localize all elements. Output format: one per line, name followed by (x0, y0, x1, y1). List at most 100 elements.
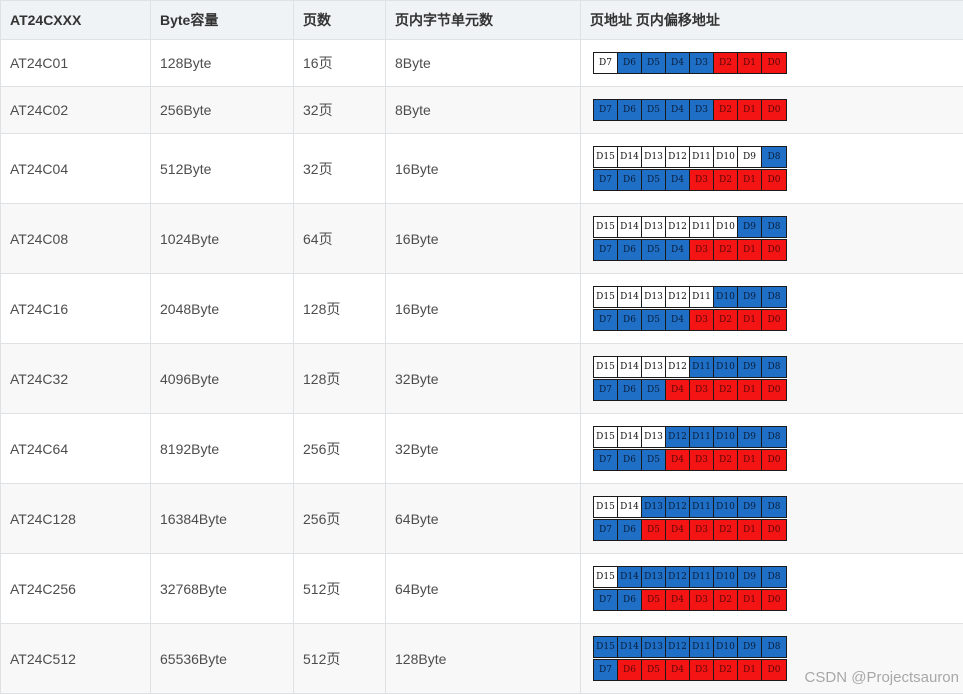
pages-cell: 512页 (293, 553, 386, 624)
address-bit: D6 (618, 450, 642, 470)
address-bit: D12 (666, 287, 690, 307)
address-bit: D12 (666, 497, 690, 517)
address-bits-cell: D7 D6 D5 D4 D3 D2 D1 D0 (580, 86, 963, 134)
table-row: AT24C04 512Byte 32页 16Byte D15 D14 D13 D12 D11 D1… (0, 133, 963, 204)
address-register-stack: D7 D6 D5 D4 D3 D2 D1 D0 (593, 52, 963, 74)
address-register-stack: D15 D14 D13 D12 D11 D10 D9 D8 D7 D6 D5 D4 D3 D2 D1 D0 (593, 426, 963, 471)
address-bit: D1 (738, 170, 762, 190)
address-register: D7 D6 D5 D4 D3 D2 D1 D0 (593, 589, 787, 611)
bytes-per-page-cell: 8Byte (385, 86, 581, 134)
address-bit: D4 (666, 53, 690, 73)
address-bit: D8 (762, 147, 786, 167)
address-bit: D10 (714, 567, 738, 587)
model-cell: AT24C128 (0, 483, 151, 554)
address-register: D15 D14 D13 D12 D11 D10 D9 D8 (593, 636, 787, 658)
capacity-cell: 256Byte (150, 86, 294, 134)
bytes-per-page-cell: 64Byte (385, 483, 581, 554)
address-bit: D11 (690, 147, 714, 167)
address-bit: D7 (594, 310, 618, 330)
address-bit: D3 (690, 450, 714, 470)
pages-cell: 256页 (293, 483, 386, 554)
table-row: AT24C02 256Byte 32页 8Byte D7 D6 D5 D4 D3 D2 D1 D0 (0, 86, 963, 134)
address-bit: D10 (714, 357, 738, 377)
capacity-cell: 128Byte (150, 39, 294, 87)
capacity-cell: 1024Byte (150, 203, 294, 274)
address-bit: D9 (738, 357, 762, 377)
table-row: AT24C32 4096Byte 128页 32Byte D15 D14 D13 D12 D11… (0, 343, 963, 414)
address-bit: D6 (618, 660, 642, 680)
address-bit: D13 (642, 357, 666, 377)
address-bit: D5 (642, 170, 666, 190)
address-register: D15 D14 D13 D12 D11 D10 D9 D8 (593, 426, 787, 448)
address-bit: D6 (618, 170, 642, 190)
address-bit: D12 (666, 427, 690, 447)
address-bit: D2 (714, 170, 738, 190)
address-bit: D15 (594, 147, 618, 167)
address-bit: D3 (690, 170, 714, 190)
address-register: D15 D14 D13 D12 D11 D10 D9 D8 (593, 146, 787, 168)
address-bit: D14 (618, 357, 642, 377)
address-bit: D11 (690, 567, 714, 587)
address-bit: D13 (642, 217, 666, 237)
eeprom-table: AT24CXXX Byte容量 页数 页内字节单元数 页地址 页内偏移地址 AT… (0, 0, 963, 694)
address-bit: D3 (690, 240, 714, 260)
address-bit: D4 (666, 100, 690, 120)
bytes-per-page-cell: 32Byte (385, 343, 581, 414)
address-bits-cell: D15 D14 D13 D12 D11 D10 D9 D8 D7 D6 D5 D4 D3 D2 D1 D0 (580, 343, 963, 414)
address-bit: D13 (642, 567, 666, 587)
address-bit: D3 (690, 100, 714, 120)
capacity-cell: 2048Byte (150, 273, 294, 344)
address-register: D7 D6 D5 D4 D3 D2 D1 D0 (593, 379, 787, 401)
address-bit: D4 (666, 590, 690, 610)
address-register: D7 D6 D5 D4 D3 D2 D1 D0 (593, 52, 787, 74)
address-bit: D6 (618, 520, 642, 540)
address-bit: D1 (738, 450, 762, 470)
capacity-cell: 8192Byte (150, 413, 294, 484)
header-capacity: Byte容量 (150, 0, 294, 40)
address-bits-cell: D15 D14 D13 D12 D11 D10 D9 D8 D7 D6 D5 D4 D3 D2 D1 D0 (580, 553, 963, 624)
address-bit: D10 (714, 427, 738, 447)
address-register-stack: D15 D14 D13 D12 D11 D10 D9 D8 D7 D6 D5 D4 D3 D2 D1 D0 (593, 566, 963, 611)
pages-cell: 512页 (293, 623, 386, 694)
model-cell: AT24C512 (0, 623, 151, 694)
pages-cell: 256页 (293, 413, 386, 484)
address-bit: D5 (642, 310, 666, 330)
address-bit: D11 (690, 637, 714, 657)
address-bit: D0 (762, 450, 786, 470)
address-bit: D14 (618, 147, 642, 167)
bytes-per-page-cell: 16Byte (385, 273, 581, 344)
address-bit: D1 (738, 380, 762, 400)
address-bit: D5 (642, 240, 666, 260)
address-bit: D10 (714, 217, 738, 237)
address-bit: D7 (594, 240, 618, 260)
address-bit: D7 (594, 380, 618, 400)
bytes-per-page-cell: 32Byte (385, 413, 581, 484)
address-register: D7 D6 D5 D4 D3 D2 D1 D0 (593, 239, 787, 261)
address-bit: D7 (594, 520, 618, 540)
watermark: CSDN @Projectsauron (804, 669, 959, 686)
address-bit: D10 (714, 287, 738, 307)
address-bit: D1 (738, 590, 762, 610)
address-register: D15 D14 D13 D12 D11 D10 D9 D8 (593, 566, 787, 588)
address-register-stack: D15 D14 D13 D12 D11 D10 D9 D8 D7 D6 D5 D4 D3 D2 D1 D0 (593, 216, 963, 261)
table-row: AT24C01 128Byte 16页 8Byte D7 D6 D5 D4 D3 D2 D1 D0 (0, 39, 963, 87)
model-cell: AT24C256 (0, 553, 151, 624)
address-bit: D15 (594, 567, 618, 587)
address-bit: D15 (594, 287, 618, 307)
address-bit: D15 (594, 427, 618, 447)
bytes-per-page-cell: 128Byte (385, 623, 581, 694)
address-bit: D2 (714, 100, 738, 120)
address-bit: D0 (762, 520, 786, 540)
model-cell: AT24C01 (0, 39, 151, 87)
address-bit: D14 (618, 287, 642, 307)
address-bit: D6 (618, 240, 642, 260)
address-bit: D15 (594, 637, 618, 657)
address-bit: D2 (714, 310, 738, 330)
address-bit: D7 (594, 100, 618, 120)
address-bit: D12 (666, 357, 690, 377)
address-bit: D5 (642, 590, 666, 610)
address-bit: D2 (714, 660, 738, 680)
address-bits-cell: D7 D6 D5 D4 D3 D2 D1 D0 (580, 39, 963, 87)
address-register-stack: D15 D14 D13 D12 D11 D10 D9 D8 D7 D6 D5 D4 D3 D2 D1 D0 (593, 356, 963, 401)
address-bit: D14 (618, 217, 642, 237)
